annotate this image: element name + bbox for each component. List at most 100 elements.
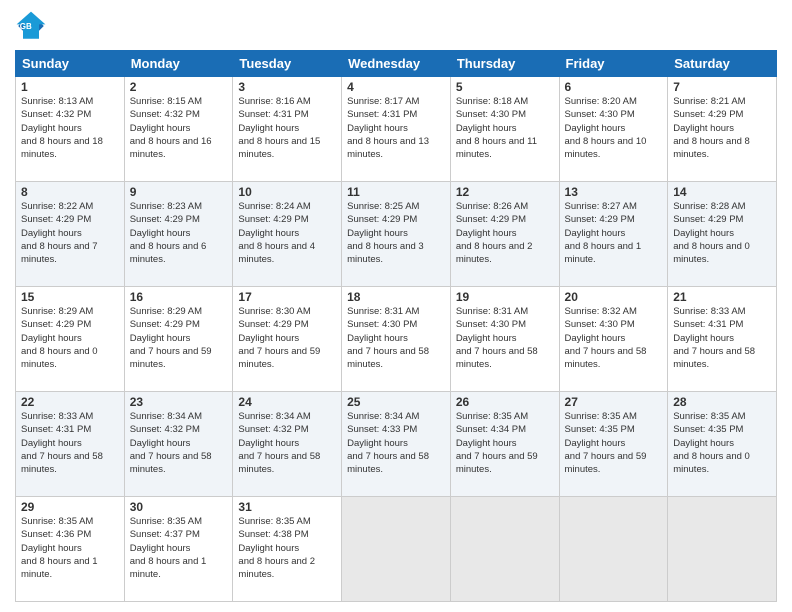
day-info: Sunrise: 8:35 AM Sunset: 4:35 PM Dayligh… <box>565 410 663 476</box>
calendar-cell: 11 Sunrise: 8:25 AM Sunset: 4:29 PM Dayl… <box>342 182 451 287</box>
sunset-label: Sunset: 4:38 PM <box>238 529 308 540</box>
sunrise-label: Sunrise: 8:35 AM <box>673 411 745 422</box>
day-info: Sunrise: 8:22 AM Sunset: 4:29 PM Dayligh… <box>21 200 119 266</box>
sunset-label: Sunset: 4:31 PM <box>347 109 417 120</box>
sunset-label: Sunset: 4:36 PM <box>21 529 91 540</box>
daylight-label: Daylight hours <box>238 543 299 554</box>
sunset-label: Sunset: 4:35 PM <box>565 424 635 435</box>
day-info: Sunrise: 8:16 AM Sunset: 4:31 PM Dayligh… <box>238 95 336 161</box>
sunrise-label: Sunrise: 8:29 AM <box>21 306 93 317</box>
day-number: 23 <box>130 395 228 409</box>
daylight-value: and 7 hours and 58 minutes. <box>456 346 538 370</box>
day-info: Sunrise: 8:35 AM Sunset: 4:37 PM Dayligh… <box>130 515 228 581</box>
day-number: 27 <box>565 395 663 409</box>
day-info: Sunrise: 8:31 AM Sunset: 4:30 PM Dayligh… <box>456 305 554 371</box>
weekday-header-saturday: Saturday <box>668 51 777 77</box>
day-number: 26 <box>456 395 554 409</box>
daylight-value: and 7 hours and 58 minutes. <box>238 451 320 475</box>
day-info: Sunrise: 8:29 AM Sunset: 4:29 PM Dayligh… <box>130 305 228 371</box>
sunset-label: Sunset: 4:34 PM <box>456 424 526 435</box>
logo: GB <box>15 10 51 42</box>
day-number: 31 <box>238 500 336 514</box>
sunset-label: Sunset: 4:35 PM <box>673 424 743 435</box>
day-info: Sunrise: 8:33 AM Sunset: 4:31 PM Dayligh… <box>21 410 119 476</box>
calendar-cell: 26 Sunrise: 8:35 AM Sunset: 4:34 PM Dayl… <box>450 392 559 497</box>
weekday-header-monday: Monday <box>124 51 233 77</box>
sunrise-label: Sunrise: 8:35 AM <box>130 516 202 527</box>
day-info: Sunrise: 8:13 AM Sunset: 4:32 PM Dayligh… <box>21 95 119 161</box>
sunset-label: Sunset: 4:30 PM <box>565 109 635 120</box>
daylight-label: Daylight hours <box>21 123 82 134</box>
day-number: 3 <box>238 80 336 94</box>
daylight-value: and 7 hours and 58 minutes. <box>130 451 212 475</box>
sunrise-label: Sunrise: 8:15 AM <box>130 96 202 107</box>
daylight-value: and 7 hours and 58 minutes. <box>347 346 429 370</box>
sunrise-label: Sunrise: 8:23 AM <box>130 201 202 212</box>
daylight-value: and 8 hours and 2 minutes. <box>456 241 533 265</box>
calendar-cell: 8 Sunrise: 8:22 AM Sunset: 4:29 PM Dayli… <box>16 182 125 287</box>
daylight-label: Daylight hours <box>21 543 82 554</box>
day-info: Sunrise: 8:30 AM Sunset: 4:29 PM Dayligh… <box>238 305 336 371</box>
sunrise-label: Sunrise: 8:29 AM <box>130 306 202 317</box>
sunset-label: Sunset: 4:32 PM <box>130 424 200 435</box>
sunset-label: Sunset: 4:30 PM <box>347 319 417 330</box>
calendar-cell: 24 Sunrise: 8:34 AM Sunset: 4:32 PM Dayl… <box>233 392 342 497</box>
sunrise-label: Sunrise: 8:31 AM <box>456 306 528 317</box>
sunrise-label: Sunrise: 8:25 AM <box>347 201 419 212</box>
day-info: Sunrise: 8:21 AM Sunset: 4:29 PM Dayligh… <box>673 95 771 161</box>
sunrise-label: Sunrise: 8:24 AM <box>238 201 310 212</box>
calendar-cell: 25 Sunrise: 8:34 AM Sunset: 4:33 PM Dayl… <box>342 392 451 497</box>
day-number: 2 <box>130 80 228 94</box>
sunset-label: Sunset: 4:31 PM <box>673 319 743 330</box>
daylight-value: and 7 hours and 59 minutes. <box>456 451 538 475</box>
calendar-cell: 5 Sunrise: 8:18 AM Sunset: 4:30 PM Dayli… <box>450 77 559 182</box>
calendar-cell: 4 Sunrise: 8:17 AM Sunset: 4:31 PM Dayli… <box>342 77 451 182</box>
calendar-cell: 23 Sunrise: 8:34 AM Sunset: 4:32 PM Dayl… <box>124 392 233 497</box>
daylight-label: Daylight hours <box>130 438 191 449</box>
sunrise-label: Sunrise: 8:17 AM <box>347 96 419 107</box>
day-info: Sunrise: 8:34 AM Sunset: 4:32 PM Dayligh… <box>130 410 228 476</box>
sunrise-label: Sunrise: 8:35 AM <box>565 411 637 422</box>
header: GB <box>15 10 777 42</box>
day-info: Sunrise: 8:27 AM Sunset: 4:29 PM Dayligh… <box>565 200 663 266</box>
sunset-label: Sunset: 4:29 PM <box>347 214 417 225</box>
day-info: Sunrise: 8:35 AM Sunset: 4:38 PM Dayligh… <box>238 515 336 581</box>
daylight-label: Daylight hours <box>347 228 408 239</box>
calendar-cell <box>668 497 777 602</box>
calendar-cell <box>450 497 559 602</box>
daylight-label: Daylight hours <box>238 123 299 134</box>
daylight-label: Daylight hours <box>130 123 191 134</box>
day-number: 20 <box>565 290 663 304</box>
daylight-label: Daylight hours <box>130 333 191 344</box>
day-info: Sunrise: 8:17 AM Sunset: 4:31 PM Dayligh… <box>347 95 445 161</box>
daylight-value: and 8 hours and 10 minutes. <box>565 136 647 160</box>
day-info: Sunrise: 8:26 AM Sunset: 4:29 PM Dayligh… <box>456 200 554 266</box>
day-number: 8 <box>21 185 119 199</box>
sunset-label: Sunset: 4:29 PM <box>21 319 91 330</box>
sunrise-label: Sunrise: 8:26 AM <box>456 201 528 212</box>
day-number: 5 <box>456 80 554 94</box>
weekday-header-friday: Friday <box>559 51 668 77</box>
daylight-label: Daylight hours <box>565 333 626 344</box>
day-info: Sunrise: 8:31 AM Sunset: 4:30 PM Dayligh… <box>347 305 445 371</box>
weekday-header-sunday: Sunday <box>16 51 125 77</box>
svg-text:GB: GB <box>20 22 32 31</box>
sunrise-label: Sunrise: 8:13 AM <box>21 96 93 107</box>
day-info: Sunrise: 8:33 AM Sunset: 4:31 PM Dayligh… <box>673 305 771 371</box>
day-number: 16 <box>130 290 228 304</box>
day-number: 14 <box>673 185 771 199</box>
sunset-label: Sunset: 4:30 PM <box>456 109 526 120</box>
day-number: 19 <box>456 290 554 304</box>
daylight-value: and 7 hours and 58 minutes. <box>347 451 429 475</box>
sunrise-label: Sunrise: 8:31 AM <box>347 306 419 317</box>
sunrise-label: Sunrise: 8:16 AM <box>238 96 310 107</box>
sunset-label: Sunset: 4:33 PM <box>347 424 417 435</box>
day-info: Sunrise: 8:20 AM Sunset: 4:30 PM Dayligh… <box>565 95 663 161</box>
daylight-value: and 8 hours and 0 minutes. <box>673 241 750 265</box>
sunrise-label: Sunrise: 8:30 AM <box>238 306 310 317</box>
day-number: 28 <box>673 395 771 409</box>
sunset-label: Sunset: 4:29 PM <box>21 214 91 225</box>
day-number: 10 <box>238 185 336 199</box>
calendar-cell: 16 Sunrise: 8:29 AM Sunset: 4:29 PM Dayl… <box>124 287 233 392</box>
daylight-value: and 7 hours and 59 minutes. <box>238 346 320 370</box>
